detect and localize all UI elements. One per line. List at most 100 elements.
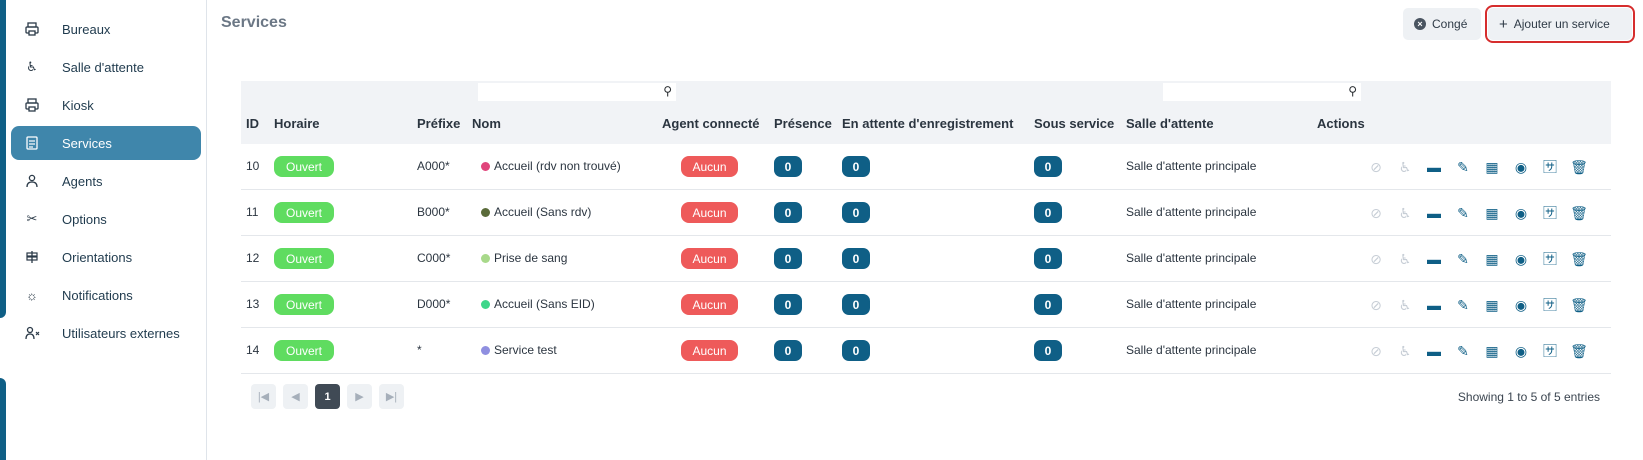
toggle-icon[interactable]: ◉ xyxy=(1511,204,1531,222)
calendar-icon[interactable]: ▦ xyxy=(1482,296,1502,314)
sidebar-item-services[interactable]: Services xyxy=(11,126,201,160)
edit-icon[interactable]: ✎ xyxy=(1453,296,1473,314)
sidebar-item-utilisateurs-externes[interactable]: Utilisateurs externes xyxy=(11,316,201,350)
status-badge: Ouvert xyxy=(274,248,334,269)
col-sous-service[interactable]: Sous service xyxy=(1034,116,1114,131)
wheelchair-icon[interactable]: ♿ xyxy=(1395,158,1415,176)
cell-nom: Service test xyxy=(494,343,557,357)
translate-icon[interactable]: 🈂 xyxy=(1540,204,1560,222)
sidebar-item-label: Orientations xyxy=(62,249,133,265)
edit-icon[interactable]: ✎ xyxy=(1453,158,1473,176)
next-page-button[interactable]: ▶ xyxy=(347,384,372,409)
edit-icon[interactable]: ✎ xyxy=(1453,204,1473,222)
add-service-button[interactable]: + Ajouter un service xyxy=(1485,5,1635,43)
sidebar-item-orientations[interactable]: Orientations xyxy=(11,240,201,274)
tools-icon: ✂ xyxy=(26,211,38,226)
sidebar-item-label: Utilisateurs externes xyxy=(62,325,180,341)
sidebar-item-options[interactable]: ✂ Options xyxy=(11,202,201,236)
sidebar-item-bureaux[interactable]: Bureaux xyxy=(11,12,201,46)
translate-icon[interactable]: 🈂 xyxy=(1540,250,1560,268)
first-page-button[interactable]: |◀ xyxy=(251,384,276,409)
calendar-icon[interactable]: ▦ xyxy=(1482,204,1502,222)
toggle-icon[interactable]: ◉ xyxy=(1511,250,1531,268)
layers-icon[interactable]: ▬ xyxy=(1424,158,1444,176)
trash-icon[interactable]: 🗑 xyxy=(1569,250,1589,268)
row-actions: ⊘ ♿ ▬ ✎ ▦ ◉ 🈂 🗑 xyxy=(1366,204,1589,222)
attente-badge: 0 xyxy=(842,156,870,177)
status-badge: Ouvert xyxy=(274,202,334,223)
cell-prefixe: C000* xyxy=(417,251,451,265)
col-agent-connecte[interactable]: Agent connecté xyxy=(662,116,760,131)
sidebar-item-agents[interactable]: Agents xyxy=(11,164,201,198)
eye-off-icon[interactable]: ⊘ xyxy=(1366,250,1386,268)
cell-nom: Accueil (Sans EID) xyxy=(494,297,595,311)
cell-prefixe: D000* xyxy=(417,297,451,311)
cell-salle: Salle d'attente principale xyxy=(1126,205,1257,219)
last-page-button[interactable]: ▶| xyxy=(379,384,404,409)
eye-off-icon[interactable]: ⊘ xyxy=(1366,158,1386,176)
layers-icon[interactable]: ▬ xyxy=(1424,342,1444,360)
layers-icon[interactable]: ▬ xyxy=(1424,296,1444,314)
presence-badge: 0 xyxy=(774,248,802,269)
trash-icon[interactable]: 🗑 xyxy=(1569,296,1589,314)
toggle-icon[interactable]: ◉ xyxy=(1511,342,1531,360)
trash-icon[interactable]: 🗑 xyxy=(1569,342,1589,360)
cell-prefixe: * xyxy=(417,343,422,357)
attente-badge: 0 xyxy=(842,202,870,223)
prev-page-button[interactable]: ◀ xyxy=(283,384,308,409)
sidebar-item-salle-attente[interactable]: ♿ Salle d'attente xyxy=(11,50,201,84)
table-header: ID Horaire Préfixe Nom Agent connecté Pr… xyxy=(241,103,1611,144)
translate-icon[interactable]: 🈂 xyxy=(1540,296,1560,314)
toggle-icon[interactable]: ◉ xyxy=(1511,158,1531,176)
col-id[interactable]: ID xyxy=(246,116,259,131)
edit-icon[interactable]: ✎ xyxy=(1453,250,1473,268)
layers-icon[interactable]: ▬ xyxy=(1424,204,1444,222)
eye-off-icon[interactable]: ⊘ xyxy=(1366,296,1386,314)
col-nom[interactable]: Nom xyxy=(472,116,501,131)
col-presence[interactable]: Présence xyxy=(774,116,832,131)
layers-icon[interactable]: ▬ xyxy=(1424,250,1444,268)
translate-icon[interactable]: 🈂 xyxy=(1540,342,1560,360)
pagination: |◀ ◀ 1 ▶ ▶| xyxy=(251,384,404,409)
wheelchair-icon[interactable]: ♿ xyxy=(1395,296,1415,314)
edit-icon[interactable]: ✎ xyxy=(1453,342,1473,360)
wheelchair-icon[interactable]: ♿ xyxy=(1395,342,1415,360)
toggle-icon[interactable]: ◉ xyxy=(1511,296,1531,314)
cell-salle: Salle d'attente principale xyxy=(1126,251,1257,265)
cell-salle: Salle d'attente principale xyxy=(1126,343,1257,357)
trash-icon[interactable]: 🗑 xyxy=(1569,158,1589,176)
salle-filter-input[interactable]: ⚲ xyxy=(1163,83,1361,101)
trash-icon[interactable]: 🗑 xyxy=(1569,204,1589,222)
sidebar-item-notifications[interactable]: ☼ Notifications xyxy=(11,278,201,312)
presence-badge: 0 xyxy=(774,294,802,315)
conge-button[interactable]: × Congé xyxy=(1403,8,1481,40)
plus-icon: + xyxy=(1499,15,1508,33)
wheelchair-icon[interactable]: ♿ xyxy=(1395,250,1415,268)
calendar-icon[interactable]: ▦ xyxy=(1482,342,1502,360)
sidebar-item-kiosk[interactable]: Kiosk xyxy=(11,88,201,122)
cell-id: 11 xyxy=(246,205,259,219)
calendar-icon[interactable]: ▦ xyxy=(1482,250,1502,268)
status-badge: Ouvert xyxy=(274,340,334,361)
calendar-icon[interactable]: ▦ xyxy=(1482,158,1502,176)
signpost-icon xyxy=(22,250,42,264)
cell-prefixe: A000* xyxy=(417,159,450,173)
col-prefixe[interactable]: Préfixe xyxy=(417,116,460,131)
list-icon xyxy=(22,136,42,150)
status-badge: Ouvert xyxy=(274,156,334,177)
table-row: 10 Ouvert A000* Accueil (rdv non trouvé) Auc… xyxy=(241,144,1611,190)
col-salle-attente[interactable]: Salle d'attente xyxy=(1126,116,1214,131)
service-color-dot xyxy=(481,162,490,171)
eye-off-icon[interactable]: ⊘ xyxy=(1366,342,1386,360)
translate-icon[interactable]: 🈂 xyxy=(1540,158,1560,176)
service-color-dot xyxy=(481,208,490,217)
col-en-attente[interactable]: En attente d'enregistrement xyxy=(842,116,1013,131)
cell-id: 14 xyxy=(246,343,260,357)
col-horaire[interactable]: Horaire xyxy=(274,116,320,131)
eye-off-icon[interactable]: ⊘ xyxy=(1366,204,1386,222)
sidebar-item-label: Agents xyxy=(62,173,103,189)
page-button[interactable]: 1 xyxy=(315,384,340,409)
wheelchair-icon[interactable]: ♿ xyxy=(1395,204,1415,222)
cell-id: 10 xyxy=(246,159,260,173)
nom-filter-input[interactable]: ⚲ xyxy=(478,83,676,101)
